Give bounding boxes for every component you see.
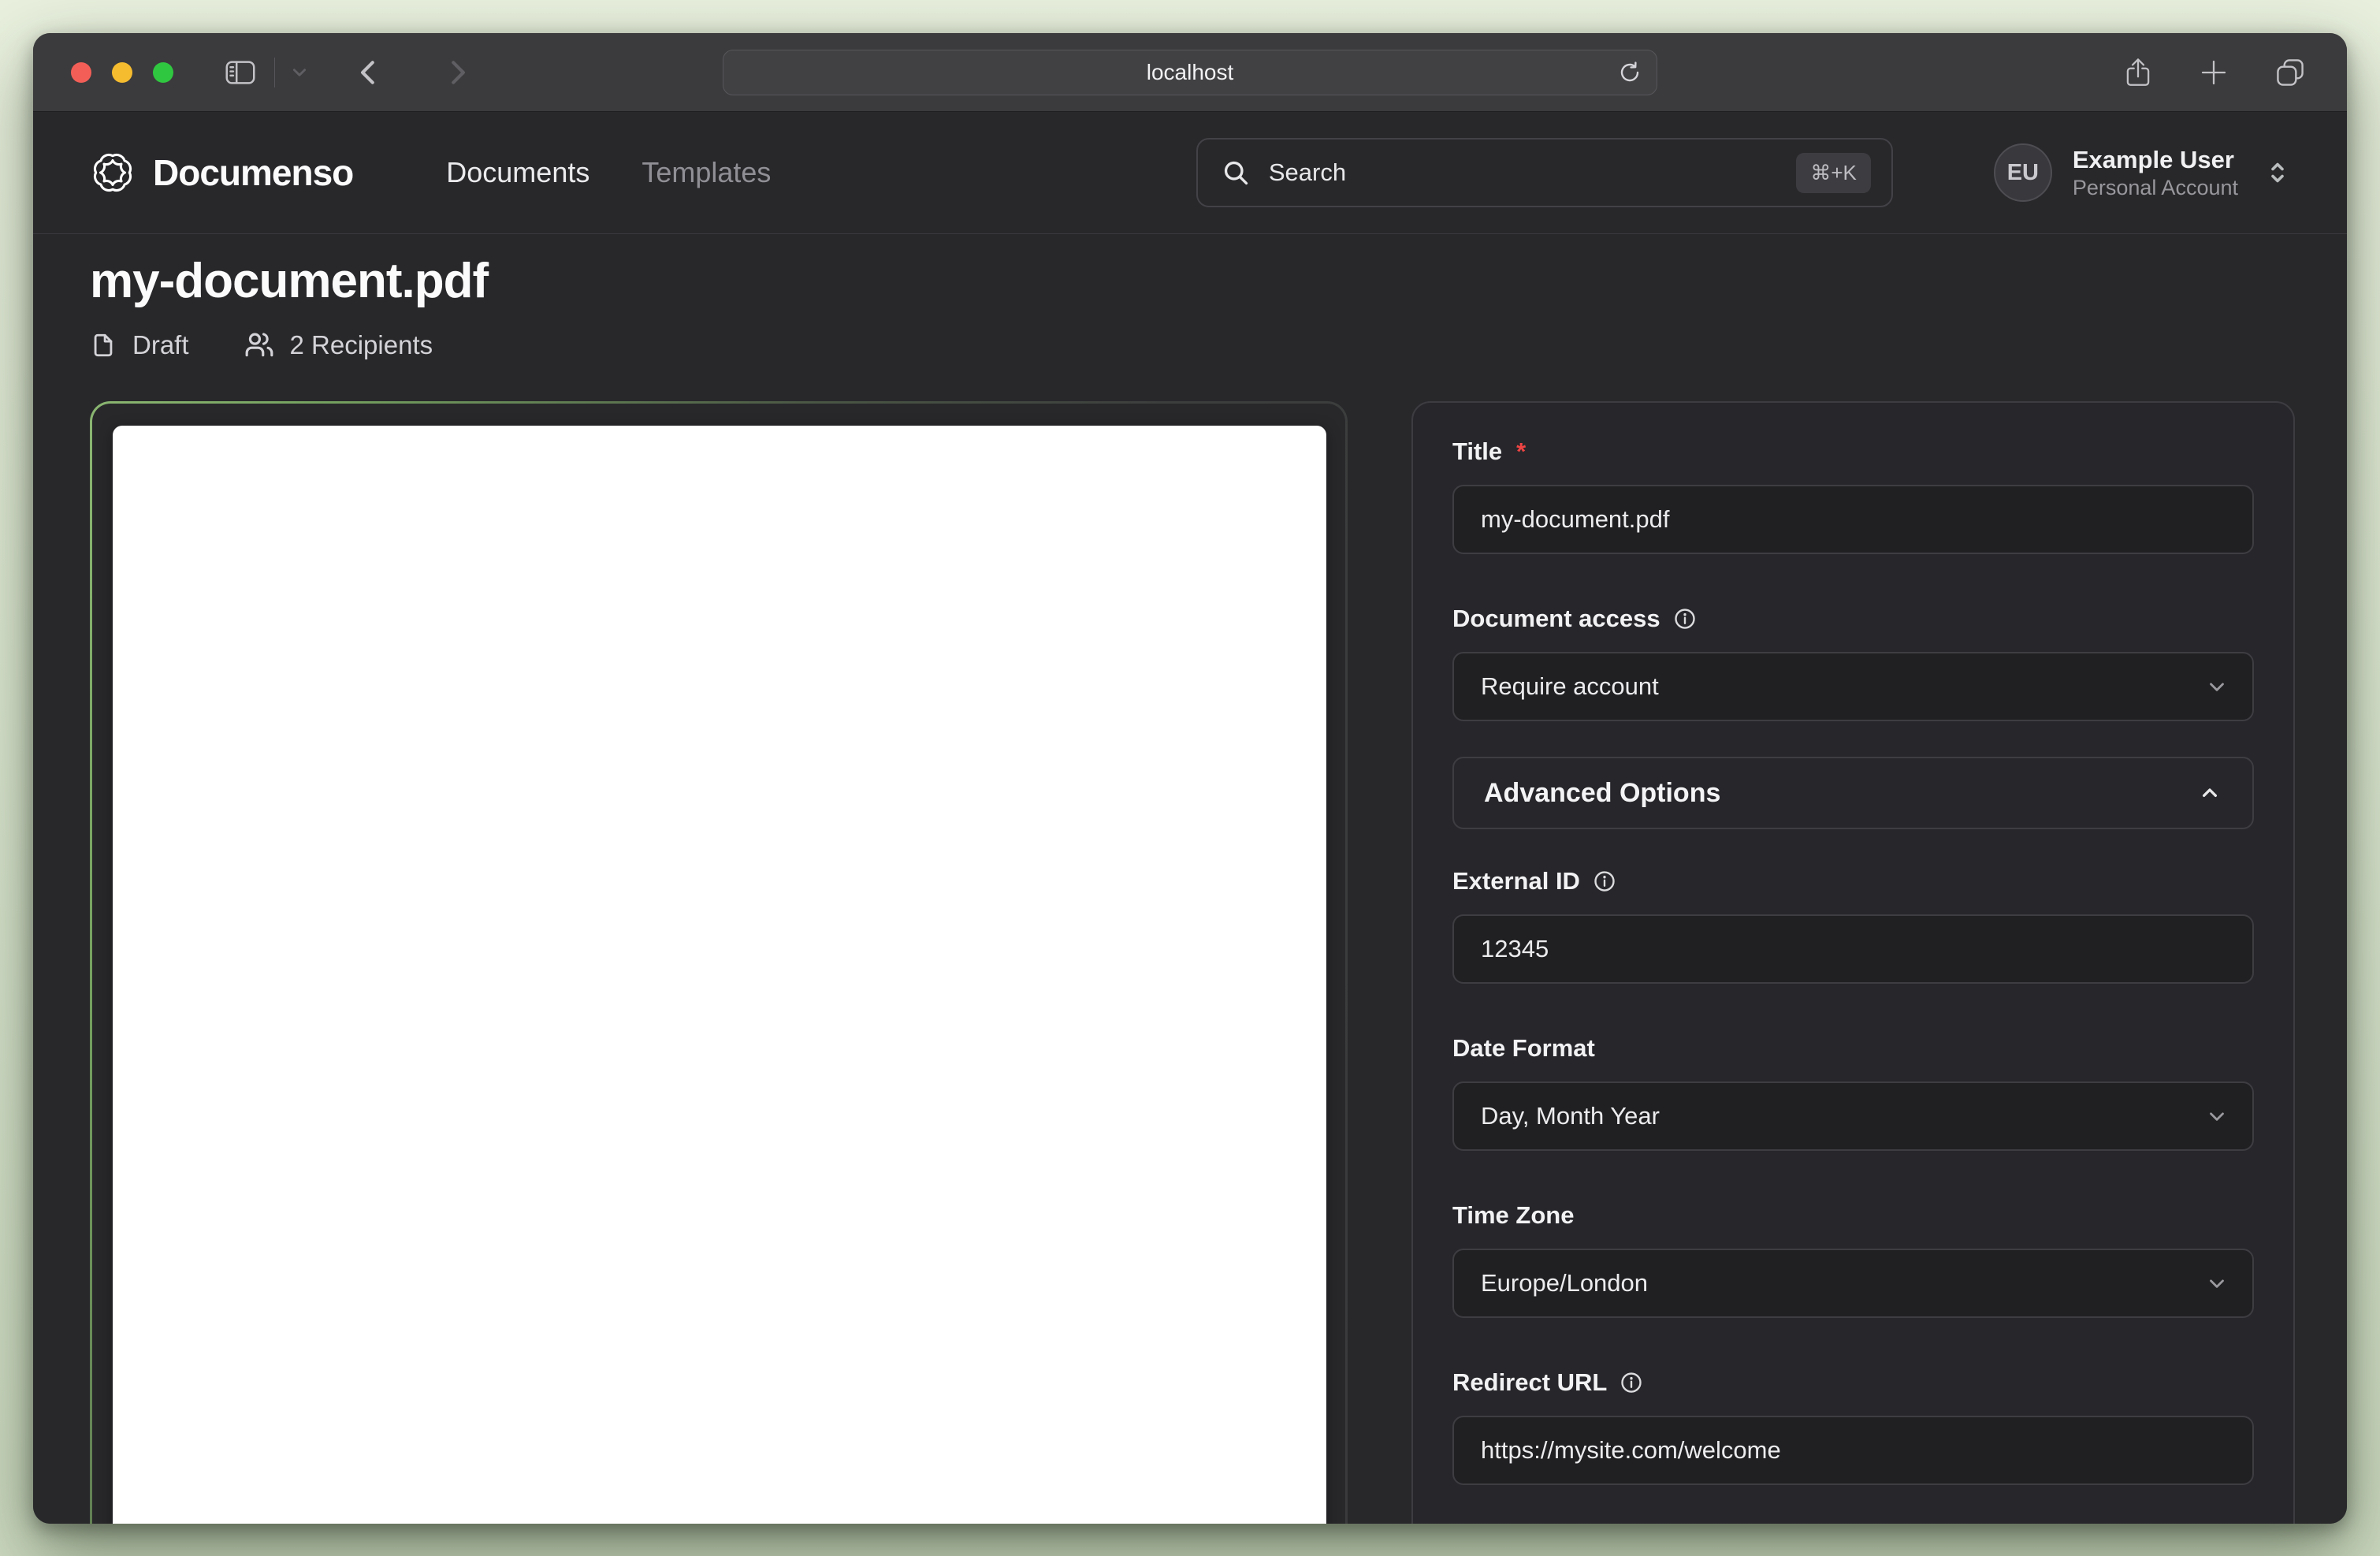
- nav-documents[interactable]: Documents: [446, 156, 589, 189]
- brand-name: Documenso: [153, 151, 353, 194]
- sidebar-dropdown-chevron-icon[interactable]: [291, 64, 308, 81]
- info-icon[interactable]: [1620, 1371, 1643, 1394]
- traffic-lights: [71, 62, 173, 83]
- account-menu[interactable]: EU Example User Personal Account: [1994, 143, 2292, 202]
- document-preview-inner: [92, 404, 1345, 1524]
- address-bar-url: localhost: [1147, 60, 1234, 85]
- redirect-url-input[interactable]: [1452, 1416, 2254, 1485]
- users-icon: [244, 330, 274, 360]
- main-nav: Documents Templates: [446, 156, 771, 189]
- title-block: my-document.pdf Draft: [33, 234, 2347, 360]
- chevron-up-icon: [2197, 780, 2222, 806]
- tab-overview-icon[interactable]: [2273, 55, 2307, 90]
- address-bar[interactable]: localhost: [723, 50, 1657, 95]
- status-text: Draft: [132, 330, 189, 360]
- share-icon[interactable]: [2122, 56, 2155, 89]
- date-format-value: Day, Month Year: [1481, 1102, 1660, 1130]
- reload-icon[interactable]: [1617, 60, 1642, 85]
- date-format-select[interactable]: Day, Month Year: [1452, 1081, 2254, 1151]
- info-icon[interactable]: [1673, 607, 1697, 631]
- recipients-badge: 2 Recipients: [244, 330, 433, 360]
- timezone-label: Time Zone: [1452, 1201, 1574, 1230]
- brand[interactable]: Documenso: [88, 148, 353, 197]
- external-id-label: External ID: [1452, 867, 1580, 895]
- title-input[interactable]: [1452, 485, 2254, 554]
- status-badge: Draft: [90, 330, 189, 360]
- document-access-select[interactable]: Require account: [1452, 652, 2254, 721]
- info-icon[interactable]: [1593, 869, 1616, 893]
- document-access-label: Document access: [1452, 605, 1660, 633]
- title-field-group: Title *: [1452, 437, 2254, 554]
- search-icon: [1222, 158, 1250, 187]
- document-access-value: Require account: [1481, 672, 1659, 701]
- advanced-options-toggle[interactable]: Advanced Options: [1452, 757, 2254, 829]
- timezone-value: Europe/London: [1481, 1269, 1648, 1297]
- back-button[interactable]: [354, 58, 384, 87]
- timezone-select[interactable]: Europe/London: [1452, 1249, 2254, 1318]
- timezone-field-group: Time Zone Europe/London: [1452, 1201, 2254, 1318]
- title-label: Title: [1452, 437, 1502, 466]
- avatar: EU: [1994, 143, 2052, 202]
- forward-button[interactable]: [442, 58, 472, 87]
- chevron-down-icon: [2205, 1271, 2229, 1295]
- access-field-group: Document access Require account: [1452, 605, 2254, 721]
- file-icon: [90, 332, 117, 359]
- sidebar-toggle-icon[interactable]: [222, 54, 258, 91]
- documenso-app: Documenso Documents Templates Search ⌘+K…: [33, 112, 2347, 1524]
- required-asterisk: *: [1516, 437, 1526, 466]
- external-id-field-group: External ID: [1452, 867, 2254, 984]
- date-format-field-group: Date Format Day, Month Year: [1452, 1034, 2254, 1151]
- content-area: Title * Document access: [33, 360, 2347, 1524]
- browser-window: localhost: [33, 33, 2347, 1524]
- external-id-input[interactable]: [1452, 914, 2254, 984]
- chevron-down-icon: [2205, 1104, 2229, 1128]
- search-input[interactable]: Search ⌘+K: [1196, 138, 1893, 207]
- search-placeholder: Search: [1269, 158, 1346, 187]
- new-tab-icon[interactable]: [2197, 56, 2230, 89]
- chevron-down-icon: [2205, 675, 2229, 698]
- advanced-options-label: Advanced Options: [1484, 778, 1720, 809]
- pdf-page: [113, 426, 1326, 1524]
- document-settings-panel: Title * Document access: [1411, 401, 2295, 1524]
- page-title: my-document.pdf: [90, 253, 2292, 310]
- chevrons-up-down-icon: [2263, 158, 2292, 187]
- account-name: Example User: [2073, 145, 2238, 175]
- account-type: Personal Account: [2073, 175, 2238, 201]
- nav-templates[interactable]: Templates: [641, 156, 771, 189]
- toolbar-divider: [274, 58, 275, 87]
- document-preview-card: [90, 401, 1348, 1524]
- redirect-url-label: Redirect URL: [1452, 1368, 1607, 1397]
- date-format-label: Date Format: [1452, 1034, 1595, 1063]
- browser-toolbar: localhost: [33, 33, 2347, 112]
- minimize-window-button[interactable]: [112, 62, 132, 83]
- app-header: Documenso Documents Templates Search ⌘+K…: [33, 112, 2347, 234]
- redirect-url-field-group: Redirect URL: [1452, 1368, 2254, 1485]
- zoom-window-button[interactable]: [153, 62, 173, 83]
- recipients-text: 2 Recipients: [290, 330, 433, 360]
- documenso-logo-icon: [88, 148, 137, 197]
- close-window-button[interactable]: [71, 62, 91, 83]
- search-shortcut-badge: ⌘+K: [1796, 153, 1871, 193]
